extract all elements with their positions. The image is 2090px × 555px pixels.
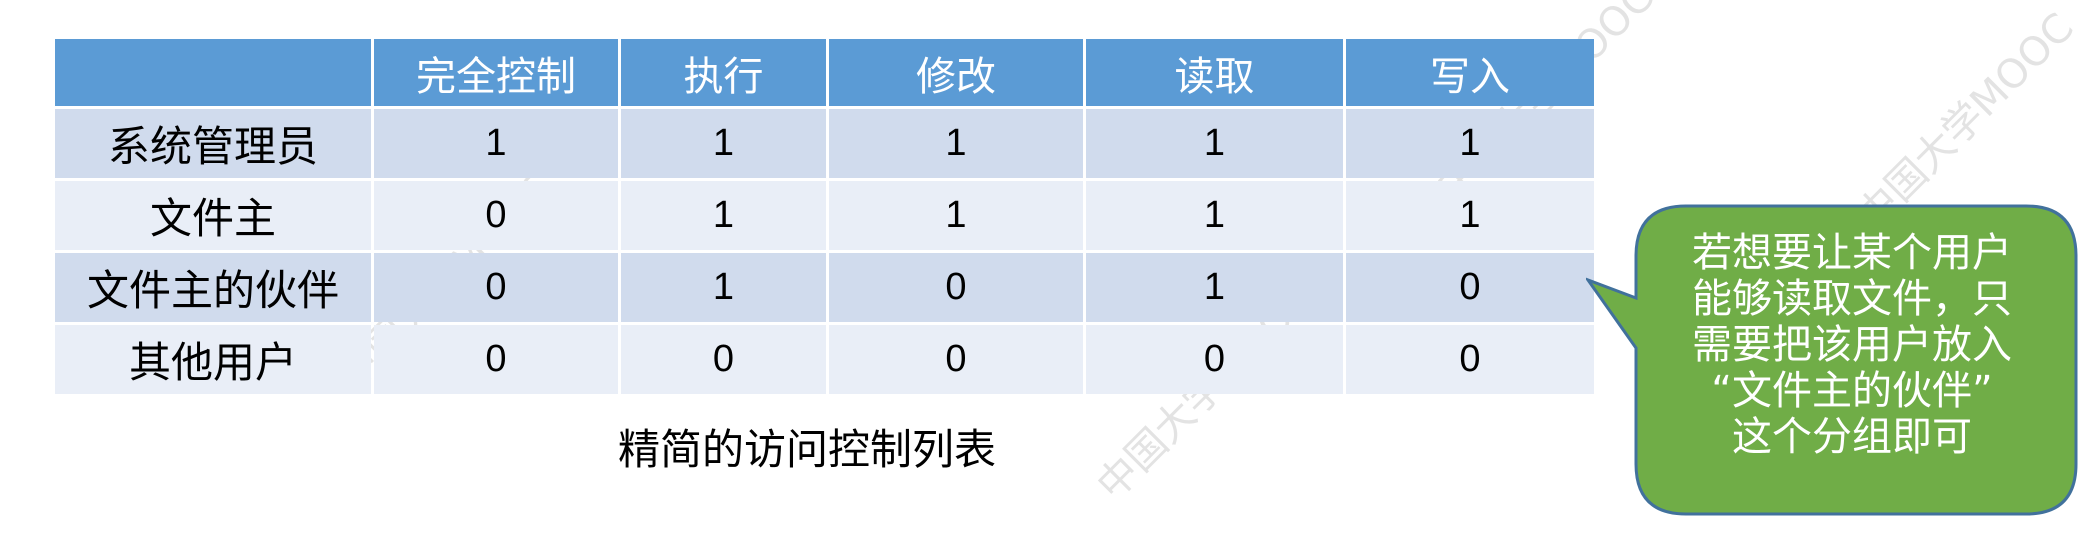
table-row: 其他用户 0 0 0 0 0 <box>55 325 1594 394</box>
row-label: 文件主 <box>55 181 371 250</box>
callout-line: 若想要让某个用户 <box>1692 230 2012 276</box>
table-cell: 0 <box>1346 325 1594 394</box>
callout-text: 若想要让某个用户 能够读取文件，只 需要把该用户放入 “文件主的伙伴” 这个分组… <box>1634 230 2070 460</box>
callout-line: “文件主的伙伴” <box>1711 368 1993 414</box>
table-cell: 1 <box>1346 181 1594 250</box>
callout-line: 需要把该用户放入 <box>1692 322 2012 368</box>
table-row: 文件主 0 1 1 1 1 <box>55 181 1594 250</box>
callout-bubble: 若想要让某个用户 能够读取文件，只 需要把该用户放入 “文件主的伙伴” 这个分组… <box>1586 202 2080 520</box>
slide: 中国大学MOOC 中国大学MOOC 中国大学MOOC 中国大学MOOC 完全控制… <box>0 0 2090 555</box>
header-modify: 修改 <box>829 39 1083 106</box>
header-read: 读取 <box>1086 39 1343 106</box>
table-cell: 1 <box>1086 109 1343 178</box>
table-row: 文件主的伙伴 0 1 0 1 0 <box>55 253 1594 322</box>
table-cell: 0 <box>829 253 1083 322</box>
table-header-row: 完全控制 执行 修改 读取 写入 <box>55 39 1594 106</box>
header-execute: 执行 <box>621 39 826 106</box>
table-cell: 0 <box>374 181 618 250</box>
table-cell: 1 <box>621 181 826 250</box>
table-cell: 1 <box>829 181 1083 250</box>
table-cell: 1 <box>829 109 1083 178</box>
table-cell: 0 <box>1086 325 1343 394</box>
table-cell: 0 <box>1346 253 1594 322</box>
table-caption: 精简的访问控制列表 <box>618 425 997 474</box>
table-cell: 0 <box>374 253 618 322</box>
callout-line: 能够读取文件，只 <box>1692 276 2012 322</box>
table-cell: 1 <box>621 109 826 178</box>
callout-line: 这个分组即可 <box>1732 414 1972 460</box>
row-label: 系统管理员 <box>55 109 371 178</box>
table-cell: 0 <box>829 325 1083 394</box>
row-label: 文件主的伙伴 <box>55 253 371 322</box>
header-corner <box>55 39 371 106</box>
access-control-table: 完全控制 执行 修改 读取 写入 系统管理员 1 1 1 1 1 文件主 0 1… <box>52 36 1597 397</box>
table-cell: 1 <box>621 253 826 322</box>
header-write: 写入 <box>1346 39 1594 106</box>
table-cell: 1 <box>1086 253 1343 322</box>
table-cell: 0 <box>374 325 618 394</box>
table-row: 系统管理员 1 1 1 1 1 <box>55 109 1594 178</box>
table-cell: 1 <box>374 109 618 178</box>
table-cell: 1 <box>1346 109 1594 178</box>
row-label: 其他用户 <box>55 325 371 394</box>
table-cell: 0 <box>621 325 826 394</box>
header-full-control: 完全控制 <box>374 39 618 106</box>
table-cell: 1 <box>1086 181 1343 250</box>
